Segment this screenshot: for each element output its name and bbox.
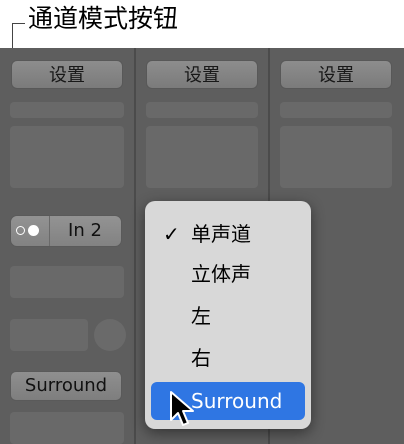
mono-circle-icon [16,226,25,235]
menu-item-label: 左 [191,304,211,328]
plugin-slot-area[interactable] [280,126,392,188]
audio-fx-slot[interactable] [10,266,124,298]
channel-strip-1: 设置 In 2 Surround [0,48,134,444]
plugin-slot-area[interactable] [146,126,258,188]
eq-display [10,102,124,118]
checkmark-icon: ✓ [163,222,180,246]
send-slot[interactable] [10,319,88,351]
menu-item-label: Surround [191,389,283,413]
menu-item-stereo[interactable]: 立体声 [145,255,311,293]
menu-item-label: 右 [191,346,211,370]
setting-button[interactable]: 设置 [146,60,258,89]
menu-item-label: 立体声 [191,262,251,286]
group-slot[interactable] [10,412,124,444]
pan-knob[interactable] [94,319,126,351]
mouse-pointer-icon [170,391,194,426]
menu-item-label: 单声道 [191,222,251,246]
menu-item-left[interactable]: 左 [145,297,311,335]
callout-leader-line [12,23,25,24]
menu-item-mono[interactable]: ✓ 单声道 [145,215,311,253]
channel-mode-toggle[interactable] [11,216,50,246]
setting-button[interactable]: 设置 [280,60,392,89]
eq-display [146,102,258,118]
setting-button[interactable]: 设置 [11,60,123,89]
stereo-dot-icon [28,225,39,236]
callout-label: 通道模式按钮 [28,4,179,33]
output-surround-button[interactable]: Surround [10,371,122,401]
menu-item-right[interactable]: 右 [145,339,311,377]
eq-display [280,102,392,118]
channel-mode-button[interactable]: In 2 [10,215,122,247]
plugin-slot-area[interactable] [10,126,124,188]
input-label: In 2 [68,220,102,241]
